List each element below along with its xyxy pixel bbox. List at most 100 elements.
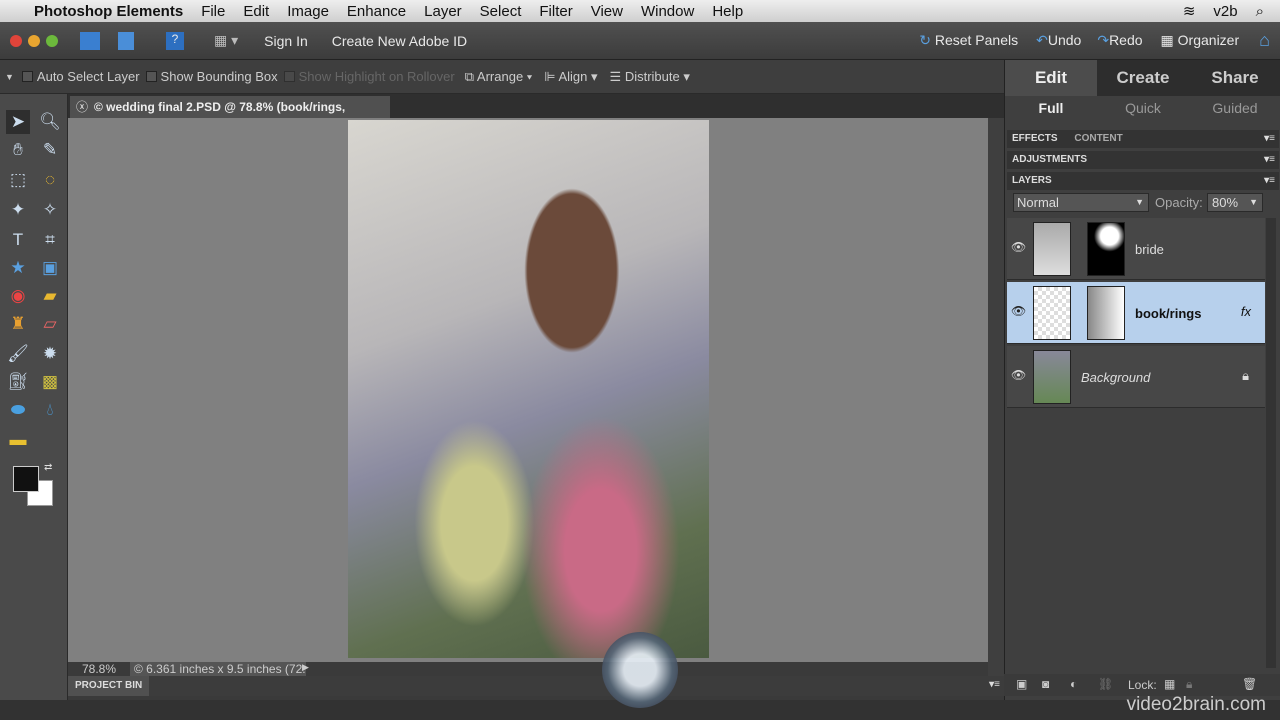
- layers-panel-header[interactable]: LAYERS ▾≡: [1007, 172, 1279, 190]
- menu-window[interactable]: Window: [641, 3, 694, 20]
- menu-layer[interactable]: Layer: [424, 3, 462, 20]
- organizer-button[interactable]: ▦ Organizer: [1161, 32, 1240, 49]
- visibility-eye-icon[interactable]: 👁︎: [1011, 304, 1026, 318]
- menu-edit[interactable]: Edit: [243, 3, 269, 20]
- blur-tool-icon[interactable]: 💧︎: [38, 398, 62, 422]
- help-icon[interactable]: ?: [166, 31, 184, 50]
- auto-select-checkbox[interactable]: [21, 71, 33, 82]
- layer-row-background[interactable]: 👁︎ Background 🔒︎: [1007, 346, 1265, 408]
- options-menu-icon[interactable]: ▼: [5, 72, 14, 82]
- layers-scrollbar[interactable]: [1266, 218, 1276, 668]
- magic-wand-tool-icon[interactable]: ✦: [6, 198, 30, 222]
- menu-image[interactable]: Image: [287, 3, 329, 20]
- blend-mode-select[interactable]: Normal ▼: [1013, 193, 1149, 212]
- home-icon[interactable]: ⌂: [1259, 30, 1270, 51]
- reset-panels-button[interactable]: ↻ Reset Panels: [919, 32, 1018, 49]
- document-image[interactable]: [348, 120, 709, 658]
- layout-icon[interactable]: ▦ ▾: [214, 32, 238, 49]
- vertical-scrollbar[interactable]: [988, 118, 1004, 676]
- info-menu-arrow-icon[interactable]: ▶: [302, 662, 309, 673]
- clone-stamp-tool-icon[interactable]: ♜: [6, 312, 30, 336]
- layer-mask-thumbnail[interactable]: [1087, 286, 1125, 340]
- align-dropdown[interactable]: ⊫ Align ▾: [544, 69, 597, 85]
- quick-selection-tool-icon[interactable]: ✧: [38, 198, 62, 222]
- crop-tool-icon[interactable]: ⌗: [38, 228, 62, 252]
- shape-tool-icon[interactable]: ⬬: [6, 398, 30, 422]
- menu-help[interactable]: Help: [712, 3, 743, 20]
- undo-button[interactable]: ↶Undo: [1036, 32, 1081, 49]
- tab-share[interactable]: Share: [1189, 60, 1280, 96]
- lock-transparency-icon[interactable]: ▦: [1164, 677, 1175, 691]
- wifi-icon[interactable]: ≋: [1183, 2, 1196, 20]
- project-bin-tab[interactable]: PROJECT BIN: [68, 676, 150, 696]
- menu-file[interactable]: File: [201, 3, 225, 20]
- close-document-icon[interactable]: ⓧ: [76, 96, 88, 118]
- bounding-box-checkbox[interactable]: [145, 71, 157, 82]
- app-menu[interactable]: Photoshop Elements: [34, 3, 183, 20]
- document-tab[interactable]: ⓧ © wedding final 2.PSD @ 78.8% (book/ri…: [70, 96, 390, 136]
- sponge-tool-icon[interactable]: ▬: [6, 428, 30, 452]
- marquee-tool-icon[interactable]: ⬚: [6, 168, 30, 192]
- tab-content[interactable]: CONTENT: [1074, 133, 1122, 144]
- layer-row-bride[interactable]: 👁︎ bride: [1007, 218, 1265, 280]
- eraser-tool-icon[interactable]: ▱: [38, 312, 62, 336]
- paint-bucket-tool-icon[interactable]: ⛽︎: [6, 370, 30, 394]
- foreground-color-swatch[interactable]: [13, 466, 39, 492]
- adjustments-panel-header[interactable]: ADJUSTMENTS ▾≡: [1007, 151, 1279, 169]
- create-adobe-id-link[interactable]: Create New Adobe ID: [332, 33, 467, 49]
- close-window-button[interactable]: [10, 34, 22, 47]
- tab-full[interactable]: Full: [1005, 100, 1097, 116]
- zoom-tool-icon[interactable]: 🔍︎: [38, 110, 62, 134]
- panel-menu-icon[interactable]: ▾≡: [1264, 151, 1275, 169]
- redo-button[interactable]: ↷Redo: [1097, 32, 1142, 49]
- menu-enhance[interactable]: Enhance: [347, 3, 406, 20]
- panel-menu-icon[interactable]: ▾≡: [1264, 172, 1275, 190]
- minimize-button[interactable]: [28, 34, 40, 47]
- new-layer-icon[interactable]: ▣: [1016, 677, 1027, 691]
- opacity-field[interactable]: 80% ▼: [1207, 193, 1263, 212]
- layer-row-book-rings[interactable]: 👁︎ book/rings fx: [1007, 282, 1265, 344]
- save-icon[interactable]: [118, 31, 134, 50]
- add-mask-icon[interactable]: ◙: [1042, 677, 1049, 691]
- tab-effects[interactable]: EFFECTS: [1012, 133, 1058, 144]
- swap-colors-icon[interactable]: ⇄: [44, 462, 52, 473]
- zoom-level[interactable]: 78.8%: [82, 662, 116, 676]
- tab-guided[interactable]: Guided: [1189, 100, 1280, 116]
- arrange-dropdown[interactable]: ⧉ Arrange ▾: [465, 69, 533, 85]
- delete-layer-icon[interactable]: 🗑︎: [1242, 677, 1257, 691]
- adjustment-layer-icon[interactable]: ◐: [1070, 677, 1077, 691]
- menu-filter[interactable]: Filter: [539, 3, 572, 20]
- user-name[interactable]: v2b: [1213, 3, 1237, 20]
- zoom-button[interactable]: [46, 34, 58, 47]
- visibility-eye-icon[interactable]: 👁︎: [1011, 240, 1026, 254]
- tab-create[interactable]: Create: [1097, 60, 1189, 96]
- lock-all-icon[interactable]: 🔒︎: [1186, 677, 1192, 692]
- tab-quick[interactable]: Quick: [1097, 100, 1189, 116]
- gradient-tool-icon[interactable]: ▩: [38, 370, 62, 394]
- layer-style-fx-icon[interactable]: fx: [1241, 304, 1251, 319]
- smart-brush-tool-icon[interactable]: ✹: [38, 342, 62, 366]
- menu-select[interactable]: Select: [480, 3, 522, 20]
- brush-tool-icon[interactable]: 🖌︎: [6, 342, 30, 366]
- recompose-tool-icon[interactable]: ▣: [38, 256, 62, 280]
- layer-mask-thumbnail[interactable]: [1087, 222, 1125, 276]
- healing-brush-tool-icon[interactable]: ▰: [38, 284, 62, 308]
- menu-view[interactable]: View: [591, 3, 623, 20]
- hand-tool-icon[interactable]: ✋︎: [6, 138, 30, 162]
- type-tool-icon[interactable]: T: [6, 228, 30, 252]
- project-bin-menu-icon[interactable]: ▾≡: [989, 679, 1000, 690]
- cookie-cutter-tool-icon[interactable]: ★: [6, 256, 30, 280]
- spotlight-icon[interactable]: ⌕: [1256, 3, 1264, 20]
- move-tool-icon[interactable]: ➤: [6, 110, 30, 134]
- red-eye-tool-icon[interactable]: ◉: [6, 284, 30, 308]
- link-icon[interactable]: ⛓︎: [1098, 677, 1113, 691]
- lasso-tool-icon[interactable]: ◌: [38, 168, 62, 192]
- new-file-icon[interactable]: [80, 31, 100, 50]
- distribute-dropdown[interactable]: ☰ Distribute ▾: [610, 69, 690, 85]
- sign-in-link[interactable]: Sign In: [264, 33, 308, 49]
- eyedropper-tool-icon[interactable]: ✎: [38, 138, 62, 162]
- tab-edit[interactable]: Edit: [1005, 60, 1097, 96]
- visibility-eye-icon[interactable]: 👁︎: [1011, 368, 1026, 382]
- panel-menu-icon[interactable]: ▾≡: [1264, 130, 1275, 148]
- highlight-checkbox[interactable]: [283, 71, 295, 82]
